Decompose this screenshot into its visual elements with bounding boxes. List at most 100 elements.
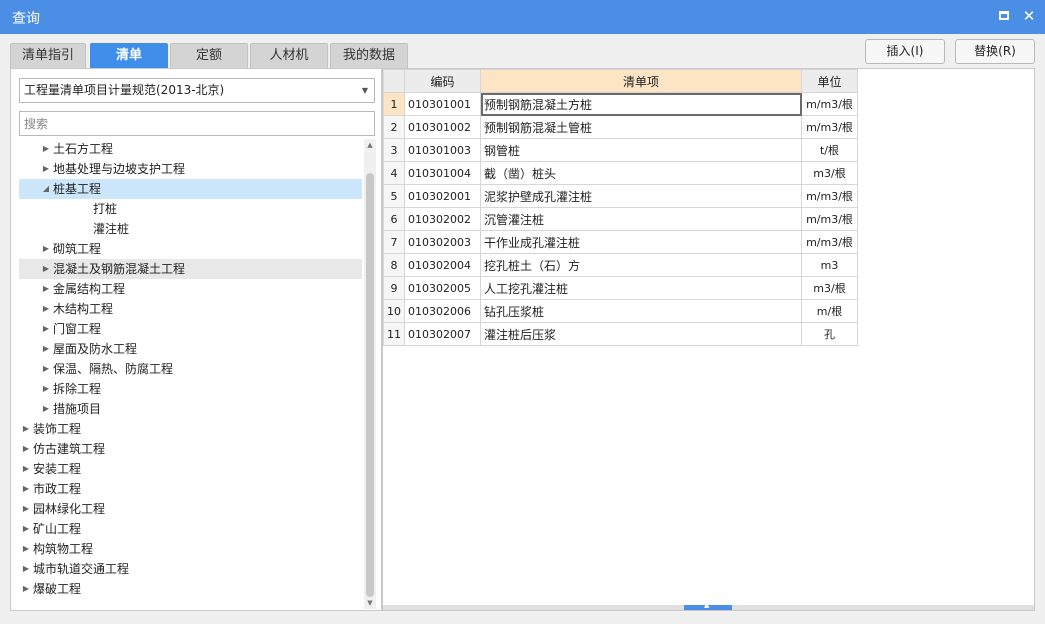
row-code[interactable]: 010302004 [404, 253, 481, 277]
collapsed-arrow-icon[interactable]: ▶ [41, 299, 51, 319]
collapsed-arrow-icon[interactable]: ▶ [21, 559, 31, 579]
collapsed-arrow-icon[interactable]: ▶ [41, 279, 51, 299]
tree-scrollbar[interactable]: ▲ ▼ [364, 139, 376, 609]
row-unit[interactable]: 孔 [801, 322, 858, 346]
collapsed-arrow-icon[interactable]: ▶ [41, 319, 51, 339]
tree-item[interactable]: ▶ 装饰工程 [19, 419, 362, 439]
spec-dropdown[interactable]: 工程量清单项目计量规范(2013-北京) ▼ [19, 78, 375, 103]
tree-item[interactable]: ▶ 园林绿化工程 [19, 499, 362, 519]
row-code[interactable]: 010302006 [404, 299, 481, 323]
row-code[interactable]: 010301002 [404, 115, 481, 139]
row-code[interactable]: 010302001 [404, 184, 481, 208]
row-name[interactable]: 截（凿）桩头 [480, 161, 802, 185]
tree-item[interactable]: ▶ 木结构工程 [19, 299, 362, 319]
collapsed-arrow-icon[interactable]: ▶ [41, 139, 51, 159]
collapsed-arrow-icon[interactable]: ▶ [41, 379, 51, 399]
collapsed-arrow-icon[interactable]: ▶ [41, 359, 51, 379]
tab-list-guide[interactable]: 清单指引 [10, 43, 86, 68]
row-code[interactable]: 010301004 [404, 161, 481, 185]
table-row[interactable]: 1 010301001 预制钢筋混凝土方桩 m/m3/根 [383, 92, 858, 116]
collapsed-arrow-icon[interactable]: ▶ [41, 239, 51, 259]
tab-quota[interactable]: 定额 [170, 43, 248, 68]
row-code[interactable]: 010302002 [404, 207, 481, 231]
table-row[interactable]: 3 010301003 钢管桩 t/根 [383, 138, 858, 162]
scroll-thumb[interactable] [366, 173, 374, 597]
tree-item[interactable]: ▶ 拆除工程 [19, 379, 362, 399]
close-icon[interactable]: ✕ [1021, 8, 1037, 24]
row-name[interactable]: 人工挖孔灌注桩 [480, 276, 802, 300]
row-name[interactable]: 泥浆护壁成孔灌注桩 [480, 184, 802, 208]
replace-button[interactable]: 替换(R) [955, 39, 1035, 64]
col-header-code[interactable]: 编码 [404, 69, 481, 93]
collapsed-arrow-icon[interactable]: ▶ [41, 259, 51, 279]
collapsed-arrow-icon[interactable]: ▶ [41, 159, 51, 179]
row-unit[interactable]: m/m3/根 [801, 184, 858, 208]
tree-item[interactable]: ◢ 桩基工程 [19, 179, 362, 199]
row-unit[interactable]: m/m3/根 [801, 230, 858, 254]
search-input[interactable] [19, 111, 375, 136]
tree-item[interactable]: ▶ 土石方工程 [19, 139, 362, 159]
row-name[interactable]: 预制钢筋混凝土管桩 [480, 115, 802, 139]
row-unit[interactable]: m3/根 [801, 161, 858, 185]
row-name[interactable]: 钢管桩 [480, 138, 802, 162]
tree-item[interactable]: ▶ 门窗工程 [19, 319, 362, 339]
tree-item[interactable]: ▶ 爆破工程 [19, 579, 362, 599]
row-name[interactable]: 沉管灌注桩 [480, 207, 802, 231]
tab-materials[interactable]: 人材机 [250, 43, 328, 68]
collapsed-arrow-icon[interactable]: ▶ [41, 399, 51, 419]
tree-item[interactable]: ▶ 城市轨道交通工程 [19, 559, 362, 579]
collapsed-arrow-icon[interactable]: ▶ [21, 499, 31, 519]
scroll-down-icon[interactable]: ▼ [364, 597, 376, 609]
collapsed-arrow-icon[interactable]: ▶ [21, 419, 31, 439]
row-unit[interactable]: m/m3/根 [801, 115, 858, 139]
table-row[interactable]: 6 010302002 沉管灌注桩 m/m3/根 [383, 207, 858, 231]
scroll-up-icon[interactable]: ▲ [364, 139, 376, 151]
collapsed-arrow-icon[interactable]: ▶ [21, 459, 31, 479]
table-row[interactable]: 2 010301002 预制钢筋混凝土管桩 m/m3/根 [383, 115, 858, 139]
row-name[interactable]: 预制钢筋混凝土方桩 [480, 92, 802, 116]
tree-item[interactable]: ▶ 金属结构工程 [19, 279, 362, 299]
row-unit[interactable]: m/m3/根 [801, 92, 858, 116]
table-row[interactable]: 11 010302007 灌注桩后压浆孔 [383, 322, 858, 346]
row-unit[interactable]: t/根 [801, 138, 858, 162]
tree-item[interactable]: ▶ 市政工程 [19, 479, 362, 499]
row-code[interactable]: 010301003 [404, 138, 481, 162]
row-unit[interactable]: m/根 [801, 299, 858, 323]
collapsed-arrow-icon[interactable]: ▶ [21, 519, 31, 539]
row-unit[interactable]: m3 [801, 253, 858, 277]
tree-item[interactable]: ▶ 保温、隔热、防腐工程 [19, 359, 362, 379]
collapsed-arrow-icon[interactable]: ▶ [21, 479, 31, 499]
insert-button[interactable]: 插入(I) [865, 39, 945, 64]
collapsed-arrow-icon[interactable]: ▶ [21, 439, 31, 459]
row-name[interactable]: 钻孔压浆桩 [480, 299, 802, 323]
row-code[interactable]: 010302007 [404, 322, 481, 346]
row-unit[interactable]: m3/根 [801, 276, 858, 300]
tree-item[interactable]: ▶ 措施项目 [19, 399, 362, 419]
row-name[interactable]: 挖孔桩土（石）方 [480, 253, 802, 277]
row-code[interactable]: 010302005 [404, 276, 481, 300]
tree-item[interactable]: 打桩 [19, 199, 362, 219]
tree-item[interactable]: ▶ 混凝土及钢筋混凝土工程 [19, 259, 362, 279]
collapsed-arrow-icon[interactable]: ▶ [21, 539, 31, 559]
col-header-unit[interactable]: 单位 [801, 69, 858, 93]
row-name[interactable]: 干作业成孔灌注桩 [480, 230, 802, 254]
horizontal-scrollbar[interactable]: ▲ [383, 601, 1034, 610]
tree-item[interactable]: ▶ 屋面及防水工程 [19, 339, 362, 359]
table-row[interactable]: 5 010302001 泥浆护壁成孔灌注桩 m/m3/根 [383, 184, 858, 208]
collapsed-arrow-icon[interactable]: ▶ [41, 339, 51, 359]
row-code[interactable]: 010301001 [404, 92, 481, 116]
table-row[interactable]: 8 010302004 挖孔桩土（石）方 m3 [383, 253, 858, 277]
expanded-arrow-icon[interactable]: ◢ [41, 179, 51, 199]
collapsed-arrow-icon[interactable]: ▶ [21, 579, 31, 599]
col-header-name[interactable]: 清单项 [480, 69, 802, 93]
maximize-icon[interactable] [996, 8, 1012, 24]
table-row[interactable]: 10 010302006 钻孔压浆桩 m/根 [383, 299, 858, 323]
tree-item[interactable]: ▶ 地基处理与边坡支护工程 [19, 159, 362, 179]
tree-item[interactable]: ▶ 砌筑工程 [19, 239, 362, 259]
row-name[interactable]: 灌注桩后压浆 [480, 322, 802, 346]
row-code[interactable]: 010302003 [404, 230, 481, 254]
table-row[interactable]: 9 010302005 人工挖孔灌注桩 m3/根 [383, 276, 858, 300]
tree-item[interactable]: ▶ 构筑物工程 [19, 539, 362, 559]
tree-item[interactable]: ▶ 矿山工程 [19, 519, 362, 539]
tree-item[interactable]: ▶ 安装工程 [19, 459, 362, 479]
